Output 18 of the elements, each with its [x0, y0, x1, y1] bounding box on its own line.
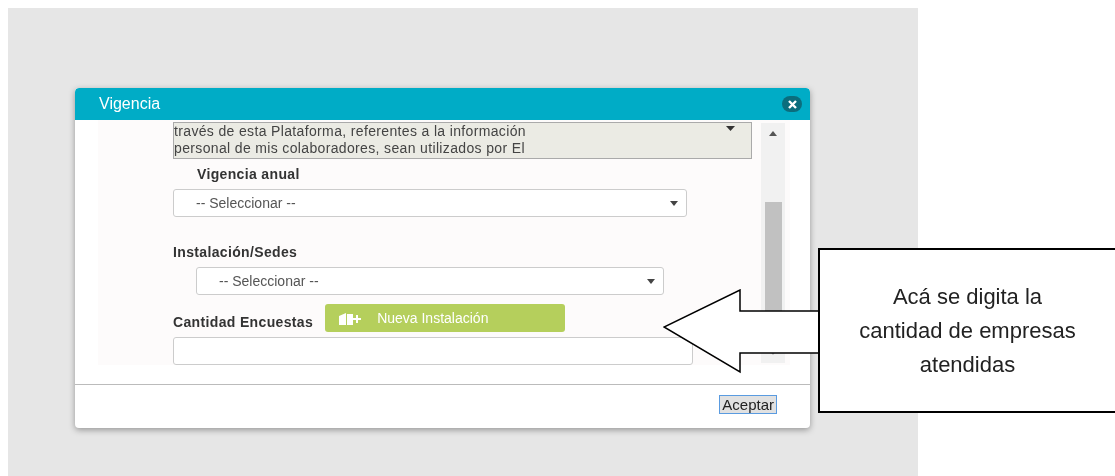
input-field[interactable] — [173, 337, 693, 365]
callout-text: Acá se digita la cantidad de empresas atendidas — [858, 282, 1077, 379]
dialog-title: Vigencia — [99, 94, 161, 114]
field-label: Vigencia anual — [197, 165, 301, 183]
building-plus-icon — [339, 311, 362, 325]
dropdown-caret-icon — [647, 278, 655, 284]
dropdown-caret-icon — [670, 200, 678, 206]
terms-text: personal de mis colaboradores, sean utilizados por El — [174, 140, 526, 157]
terms-text: través de esta Plataforma, referentes a la información — [174, 123, 526, 140]
select-dropdown[interactable]: -- Seleccionar -- — [196, 267, 664, 295]
close-icon — [787, 99, 797, 109]
close-button[interactable] — [782, 96, 802, 112]
select-dropdown[interactable]: -- Seleccionar -- — [173, 189, 687, 217]
scroll-up-icon — [769, 131, 777, 136]
scroll-caret-icon — [726, 126, 735, 131]
field-label: Instalación/Sedes — [173, 243, 299, 261]
accept-button[interactable]: Aceptar — [719, 395, 777, 414]
field-label: Cantidad Encuestas — [173, 313, 314, 331]
